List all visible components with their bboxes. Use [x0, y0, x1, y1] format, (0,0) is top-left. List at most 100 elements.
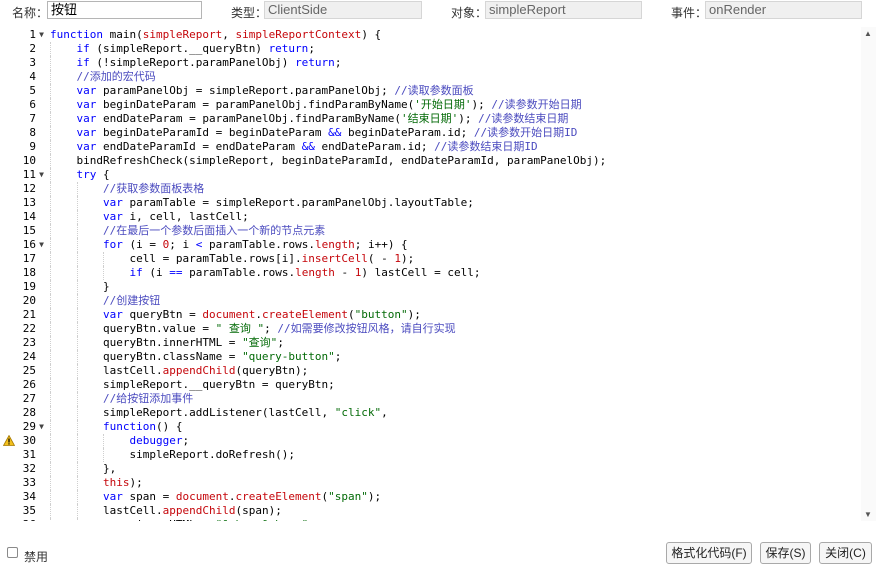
fold-toggle-icon[interactable]: ▼: [39, 168, 44, 182]
code-line[interactable]: var paramPanelObj = simpleReport.paramPa…: [50, 84, 474, 98]
gutter-line: 2: [0, 42, 46, 56]
code-line[interactable]: lastCell.appendChild(span);: [50, 504, 282, 518]
code-line[interactable]: this);: [50, 476, 143, 490]
scroll-up-arrow-icon[interactable]: ▲: [864, 29, 872, 38]
indent-guide: [76, 182, 78, 196]
code-line[interactable]: //创建按钮: [50, 294, 160, 308]
fold-toggle-icon[interactable]: ▼: [39, 28, 44, 42]
indent-guide: [50, 84, 52, 98]
script-properties-bar: 名称： 按钮 类型： ClientSide 对象： simpleReport 事…: [0, 0, 876, 24]
indent-guide: [50, 294, 52, 308]
code-line[interactable]: var i, cell, lastCell;: [50, 210, 249, 224]
format-code-button[interactable]: 格式化代码(F): [666, 542, 752, 564]
indent-guide: [50, 490, 52, 504]
gutter-line: 18: [0, 266, 46, 280]
close-button[interactable]: 关闭(C): [819, 542, 872, 564]
disable-checkbox[interactable]: [7, 547, 18, 558]
code-line[interactable]: queryBtn.value = " 查询 "; //如需要修改按钮风格，请自行…: [50, 322, 456, 336]
line-number: 13: [22, 196, 36, 209]
code-line[interactable]: debugger;: [50, 434, 189, 448]
line-number: 26: [22, 378, 36, 391]
code-line[interactable]: simpleReport.__queryBtn = queryBtn;: [50, 378, 335, 392]
line-number: 31: [22, 448, 36, 461]
gutter-line: 1 ▼: [0, 28, 46, 42]
gutter-line: 15: [0, 224, 46, 238]
code-line[interactable]: try {: [50, 168, 110, 182]
code-line[interactable]: },: [50, 462, 116, 476]
code-line[interactable]: var endDateParam = paramPanelObj.findPar…: [50, 112, 569, 126]
gutter-line: 25: [0, 364, 46, 378]
code-line[interactable]: for (i = 0; i < paramTable.rows.length; …: [50, 238, 408, 252]
code-line[interactable]: function main(simpleReport, simpleReport…: [50, 28, 381, 42]
indent-guide: [103, 252, 105, 266]
code-line[interactable]: bindRefreshCheck(simpleReport, beginDate…: [50, 154, 606, 168]
indent-guide: [50, 448, 52, 462]
fold-toggle-icon[interactable]: ▼: [39, 420, 44, 434]
indent-guide: [50, 504, 52, 518]
fold-toggle-icon[interactable]: ▼: [39, 238, 44, 252]
code-line[interactable]: //给按钮添加事件: [50, 392, 193, 406]
editor-scrollbar[interactable]: ▲ ▼: [861, 27, 876, 521]
gutter-line: 11 ▼: [0, 168, 46, 182]
scrollbar-thumb[interactable]: [865, 41, 872, 503]
line-number: 8: [29, 126, 36, 139]
code-line[interactable]: if (!simpleReport.paramPanelObj) return;: [50, 56, 342, 70]
indent-guide: [76, 476, 78, 490]
gutter-line: 14: [0, 210, 46, 224]
indent-guide: [50, 252, 52, 266]
type-label: 类型：: [231, 6, 268, 20]
gutter-line: 9: [0, 140, 46, 154]
name-field[interactable]: 按钮: [47, 1, 202, 19]
gutter-line: 8: [0, 126, 46, 140]
indent-guide: [50, 238, 52, 252]
line-number: 25: [22, 364, 36, 377]
line-number: 12: [22, 182, 36, 195]
code-line[interactable]: var endDateParamId = endDateParam && end…: [50, 140, 538, 154]
code-line[interactable]: simpleReport.addListener(lastCell, "clic…: [50, 406, 388, 420]
code-line[interactable]: var beginDateParam = paramPanelObj.findP…: [50, 98, 582, 112]
code-line[interactable]: var span = document.createElement("span"…: [50, 490, 381, 504]
code-line[interactable]: //添加的宏代码: [50, 70, 156, 84]
code-line[interactable]: function() {: [50, 420, 182, 434]
code-editor[interactable]: 1 ▼ 2 3 4 5 6 7 8 9 10 11 ▼ 12 13 14 15 16 ▼ 17 18 19 20 21 22 23…: [0, 27, 876, 521]
code-area[interactable]: function main(simpleReport, simpleReport…: [46, 27, 861, 521]
gutter-line: 17: [0, 252, 46, 266]
indent-guide: [50, 476, 52, 490]
line-number: 22: [22, 322, 36, 335]
indent-guide: [50, 168, 52, 182]
indent-guide: [50, 224, 52, 238]
gutter-line: 3: [0, 56, 46, 70]
code-line[interactable]: cell = paramTable.rows[i].insertCell( - …: [50, 252, 414, 266]
code-line[interactable]: queryBtn.innerHTML = "查询";: [50, 336, 284, 350]
indent-guide: [76, 308, 78, 322]
code-line[interactable]: //在最后一个参数后面插入一个新的节点元素: [50, 224, 325, 238]
warning-icon[interactable]: [3, 435, 15, 446]
gutter-line: 27: [0, 392, 46, 406]
line-number: 7: [29, 112, 36, 125]
indent-guide: [76, 392, 78, 406]
indent-guide: [76, 434, 78, 448]
indent-guide: [50, 210, 52, 224]
code-line[interactable]: var beginDateParamId = beginDateParam &&…: [50, 126, 578, 140]
code-line[interactable]: simpleReport.doRefresh();: [50, 448, 295, 462]
code-line[interactable]: lastCell.appendChild(queryBtn);: [50, 364, 308, 378]
gutter-line: 16 ▼: [0, 238, 46, 252]
line-number: 27: [22, 392, 36, 405]
indent-guide: [50, 126, 52, 140]
code-line[interactable]: var paramTable = simpleReport.paramPanel…: [50, 196, 474, 210]
indent-guide: [50, 266, 52, 280]
code-line[interactable]: queryBtn.className = "query-button";: [50, 350, 341, 364]
scroll-down-arrow-icon[interactable]: ▼: [864, 510, 872, 519]
save-button[interactable]: 保存(S): [760, 542, 811, 564]
gutter-line: 21: [0, 308, 46, 322]
disable-label[interactable]: 禁用: [24, 548, 48, 565]
code-line[interactable]: }: [50, 280, 110, 294]
gutter-line: 35: [0, 504, 46, 518]
code-line[interactable]: var queryBtn = document.createElement("b…: [50, 308, 421, 322]
code-line[interactable]: if (simpleReport.__queryBtn) return;: [50, 42, 315, 56]
line-number: 2: [29, 42, 36, 55]
indent-guide: [76, 364, 78, 378]
code-line[interactable]: //获取参数面板表格: [50, 182, 204, 196]
line-number: 18: [22, 266, 36, 279]
code-line[interactable]: if (i == paramTable.rows.length - 1) las…: [50, 266, 480, 280]
